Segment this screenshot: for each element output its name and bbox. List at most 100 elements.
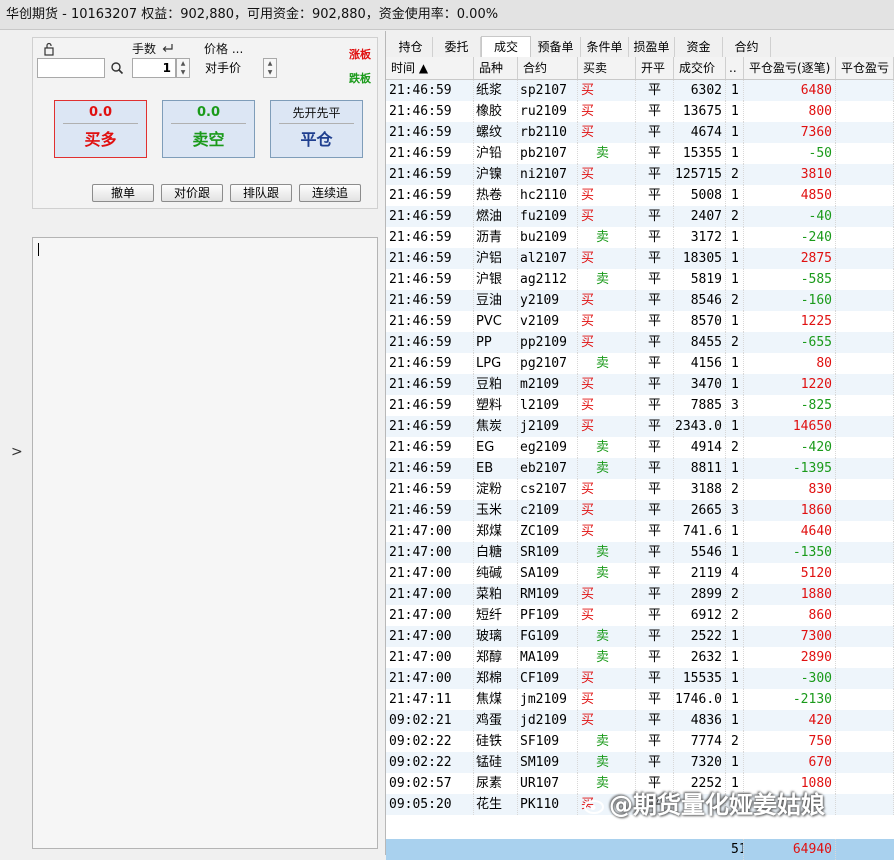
trade-contract: MA109 xyxy=(518,647,578,668)
col-direction[interactable]: 买卖 xyxy=(578,57,636,79)
trade-product: 玉米 xyxy=(474,500,518,521)
col-close-pnl-per-trade[interactable]: 平仓盈亏(逐笔) xyxy=(744,57,836,79)
trade-time: 09:05:20 xyxy=(386,794,474,815)
table-row[interactable]: 21:47:00 纯碱 SA109 卖平 2119 4 5120 xyxy=(386,563,894,584)
chevron-right-icon[interactable]: > xyxy=(11,444,23,460)
table-row[interactable]: 21:46:59 EG eg2109 卖平 4914 2 -420 xyxy=(386,437,894,458)
col-qty[interactable]: .. xyxy=(726,57,744,79)
cancel-order-button[interactable]: 撤单 xyxy=(92,184,154,202)
table-row[interactable]: 21:46:59 淀粉 cs2107 买平 3188 2 830 xyxy=(386,479,894,500)
trade-direction: 卖 xyxy=(578,458,636,479)
message-log-area[interactable] xyxy=(32,237,378,849)
tab-funds[interactable]: 资金 xyxy=(675,37,723,57)
queue-follow-button[interactable]: 排队跟 xyxy=(230,184,292,202)
limit-up-label[interactable]: 涨板 xyxy=(349,46,371,62)
table-row[interactable]: 21:46:59 纸浆 sp2107 买平 6302 1 6480 xyxy=(386,80,894,101)
quantity-input[interactable]: 1 xyxy=(132,58,176,78)
table-row[interactable]: 21:46:59 沪铅 pb2107 卖平 15355 1 -50 xyxy=(386,143,894,164)
sell-short-button[interactable]: 0.0 卖空 xyxy=(162,100,255,158)
trade-contract: l2109 xyxy=(518,395,578,416)
table-row[interactable]: 21:46:59 螺纹 rb2110 买平 4674 1 7360 xyxy=(386,122,894,143)
table-row[interactable]: 21:47:11 焦煤 jm2109 买平 1746.0 1 -2130 xyxy=(386,689,894,710)
trade-open-close: 平 xyxy=(636,563,674,584)
col-close-pnl[interactable]: 平仓盈亏 xyxy=(836,57,894,79)
trade-qty: 1 xyxy=(726,311,744,332)
trade-close-pnl-total xyxy=(836,332,894,353)
close-position-button[interactable]: 先开先平 平仓 xyxy=(270,100,363,158)
table-row[interactable]: 21:46:59 橡胶 ru2109 买平 13675 1 800 xyxy=(386,101,894,122)
return-icon[interactable] xyxy=(161,42,174,54)
table-row[interactable]: 21:47:00 玻璃 FG109 卖平 2522 1 7300 xyxy=(386,626,894,647)
chevron-down-icon[interactable]: ▼ xyxy=(264,68,276,77)
unlock-icon[interactable] xyxy=(42,42,56,56)
table-row[interactable]: 21:46:59 LPG pg2107 卖平 4156 1 80 xyxy=(386,353,894,374)
trade-price: 2632 xyxy=(674,647,726,668)
continuous-chase-button[interactable]: 连续追 xyxy=(299,184,361,202)
trade-price: 4914 xyxy=(674,437,726,458)
trade-close-pnl-total xyxy=(836,206,894,227)
search-icon[interactable] xyxy=(110,61,124,75)
col-time[interactable]: 时间 ▲ xyxy=(386,57,474,79)
trade-product: EG xyxy=(474,437,518,458)
tab-prepared-orders[interactable]: 预备单 xyxy=(531,37,581,57)
price-label[interactable]: 价格 ... xyxy=(204,40,243,57)
col-open-close[interactable]: 开平 xyxy=(636,57,674,79)
limit-down-label[interactable]: 跌板 xyxy=(349,70,371,86)
trade-open-close: 平 xyxy=(636,626,674,647)
table-row[interactable]: 09:02:22 锰硅 SM109 卖平 7320 1 670 xyxy=(386,752,894,773)
trade-contract: RM109 xyxy=(518,584,578,605)
buy-long-button[interactable]: 0.0 买多 xyxy=(54,100,147,158)
chevron-up-icon[interactable]: ▲ xyxy=(177,59,189,68)
trade-qty: 1 xyxy=(726,689,744,710)
table-row[interactable]: 21:47:00 短纤 PF109 买平 6912 2 860 xyxy=(386,605,894,626)
table-row[interactable]: 21:46:59 沪银 ag2112 卖平 5819 1 -585 xyxy=(386,269,894,290)
trade-open-close: 平 xyxy=(636,185,674,206)
tab-contracts[interactable]: 合约 xyxy=(723,37,771,57)
tab-conditional-orders[interactable]: 条件单 xyxy=(581,37,629,57)
table-row[interactable]: 21:46:59 豆粕 m2109 买平 3470 1 1220 xyxy=(386,374,894,395)
counter-price-follow-button[interactable]: 对价跟 xyxy=(161,184,223,202)
tab-stop-orders[interactable]: 损盈单 xyxy=(629,37,675,57)
tab-positions[interactable]: 持仓 xyxy=(389,37,433,57)
tab-orders[interactable]: 委托 xyxy=(433,37,481,57)
price-stepper[interactable]: ▲ ▼ xyxy=(263,58,277,78)
trade-qty: 2 xyxy=(726,332,744,353)
col-contract[interactable]: 合约 xyxy=(518,57,578,79)
chevron-up-icon[interactable]: ▲ xyxy=(264,59,276,68)
table-row[interactable]: 21:46:59 豆油 y2109 买平 8546 2 -160 xyxy=(386,290,894,311)
col-price[interactable]: 成交价 xyxy=(674,57,726,79)
table-row[interactable]: 21:47:00 郑棉 CF109 买平 15535 1 -300 xyxy=(386,668,894,689)
table-row[interactable]: 21:46:59 EB eb2107 卖平 8811 1 -1395 xyxy=(386,458,894,479)
col-product[interactable]: 品种 xyxy=(474,57,518,79)
trade-contract: ni2107 xyxy=(518,164,578,185)
quantity-stepper[interactable]: ▲ ▼ xyxy=(176,58,190,78)
table-row[interactable]: 21:46:59 燃油 fu2109 买平 2407 2 -40 xyxy=(386,206,894,227)
contract-code-input[interactable] xyxy=(37,58,105,78)
table-row[interactable]: 21:46:59 塑料 l2109 买平 7885 3 -825 xyxy=(386,395,894,416)
table-row[interactable]: 21:47:00 白糖 SR109 卖平 5546 1 -1350 xyxy=(386,542,894,563)
table-row[interactable]: 21:46:59 玉米 c2109 买平 2665 3 1860 xyxy=(386,500,894,521)
trade-contract: eg2109 xyxy=(518,437,578,458)
chevron-down-icon[interactable]: ▼ xyxy=(177,68,189,77)
trade-close-pnl-total xyxy=(836,269,894,290)
table-row[interactable]: 09:02:22 硅铁 SF109 卖平 7774 2 750 xyxy=(386,731,894,752)
table-row[interactable]: 21:46:59 沥青 bu2109 卖平 3172 1 -240 xyxy=(386,227,894,248)
table-row[interactable]: 21:46:59 PVC v2109 买平 8570 1 1225 xyxy=(386,311,894,332)
table-row[interactable]: 09:02:21 鸡蛋 jd2109 买平 4836 1 420 xyxy=(386,710,894,731)
tab-trades[interactable]: 成交 xyxy=(481,36,531,57)
table-row[interactable]: 21:46:59 热卷 hc2110 买平 5008 1 4850 xyxy=(386,185,894,206)
table-row[interactable]: 21:46:59 焦炭 j2109 买平 2343.0 1 14650 xyxy=(386,416,894,437)
trade-direction: 买 xyxy=(578,605,636,626)
table-row[interactable]: 21:46:59 PP pp2109 买平 8455 2 -655 xyxy=(386,332,894,353)
trade-close-pnl: 14650 xyxy=(744,416,836,437)
trade-product: 郑煤 xyxy=(474,521,518,542)
table-row[interactable]: 21:47:00 菜粕 RM109 买平 2899 2 1880 xyxy=(386,584,894,605)
table-row[interactable]: 21:46:59 沪镍 ni2107 买平 125715 2 3810 xyxy=(386,164,894,185)
trade-contract: m2109 xyxy=(518,374,578,395)
trade-price: 1746.0 xyxy=(674,689,726,710)
table-row[interactable]: 21:46:59 沪铝 al2107 买平 18305 1 2875 xyxy=(386,248,894,269)
table-row[interactable]: 21:47:00 郑煤 ZC109 买平 741.6 1 4640 xyxy=(386,521,894,542)
table-row[interactable]: 21:47:00 郑醇 MA109 卖平 2632 1 2890 xyxy=(386,647,894,668)
trade-close-pnl-total xyxy=(836,416,894,437)
trade-close-pnl-total xyxy=(836,584,894,605)
